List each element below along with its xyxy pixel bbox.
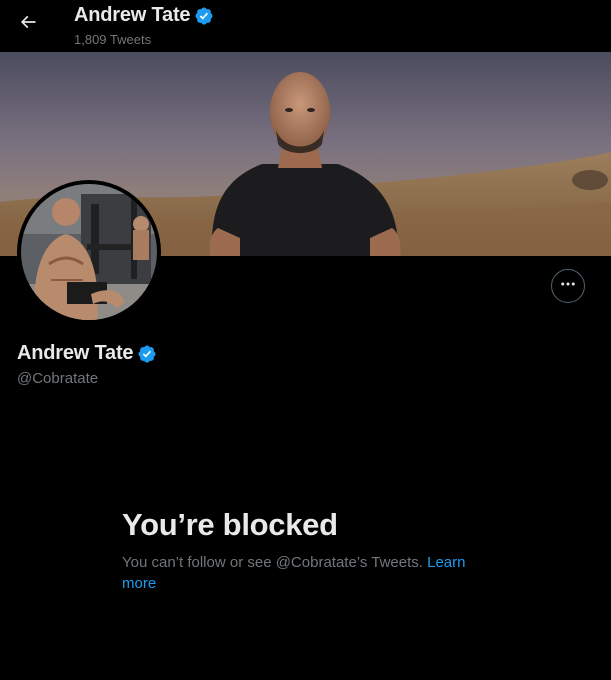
profile-name: Andrew Tate (17, 342, 134, 364)
arrow-left-icon (18, 12, 38, 37)
header-name-row: Andrew Tate (74, 4, 214, 27)
avatar-image (21, 184, 157, 320)
more-button[interactable] (551, 269, 585, 303)
more-dots-icon (559, 275, 577, 298)
blocked-message-text: You can’t follow or see @Cobratate’s Twe… (122, 554, 428, 571)
profile-name-row: Andrew Tate (17, 342, 157, 365)
profile-page: Andrew Tate 1,809 Tweets Andrew Tate @Co… (0, 0, 611, 680)
header-name: Andrew Tate (74, 4, 191, 26)
verified-badge-icon[interactable] (137, 344, 157, 364)
blocked-message: You can’t follow or see @Cobratate’s Twe… (122, 552, 502, 594)
avatar (21, 184, 157, 320)
back-button[interactable] (12, 8, 44, 40)
profile-header: Andrew Tate 1,809 Tweets (0, 0, 611, 52)
tweet-count: 1,809 Tweets (74, 32, 152, 47)
verified-badge-icon[interactable] (194, 6, 214, 26)
blocked-notice: You’re blocked You can’t follow or see @… (122, 506, 502, 594)
profile-handle: @Cobratate (17, 370, 99, 387)
avatar-frame[interactable] (17, 180, 161, 324)
blocked-title: You’re blocked (122, 507, 338, 542)
